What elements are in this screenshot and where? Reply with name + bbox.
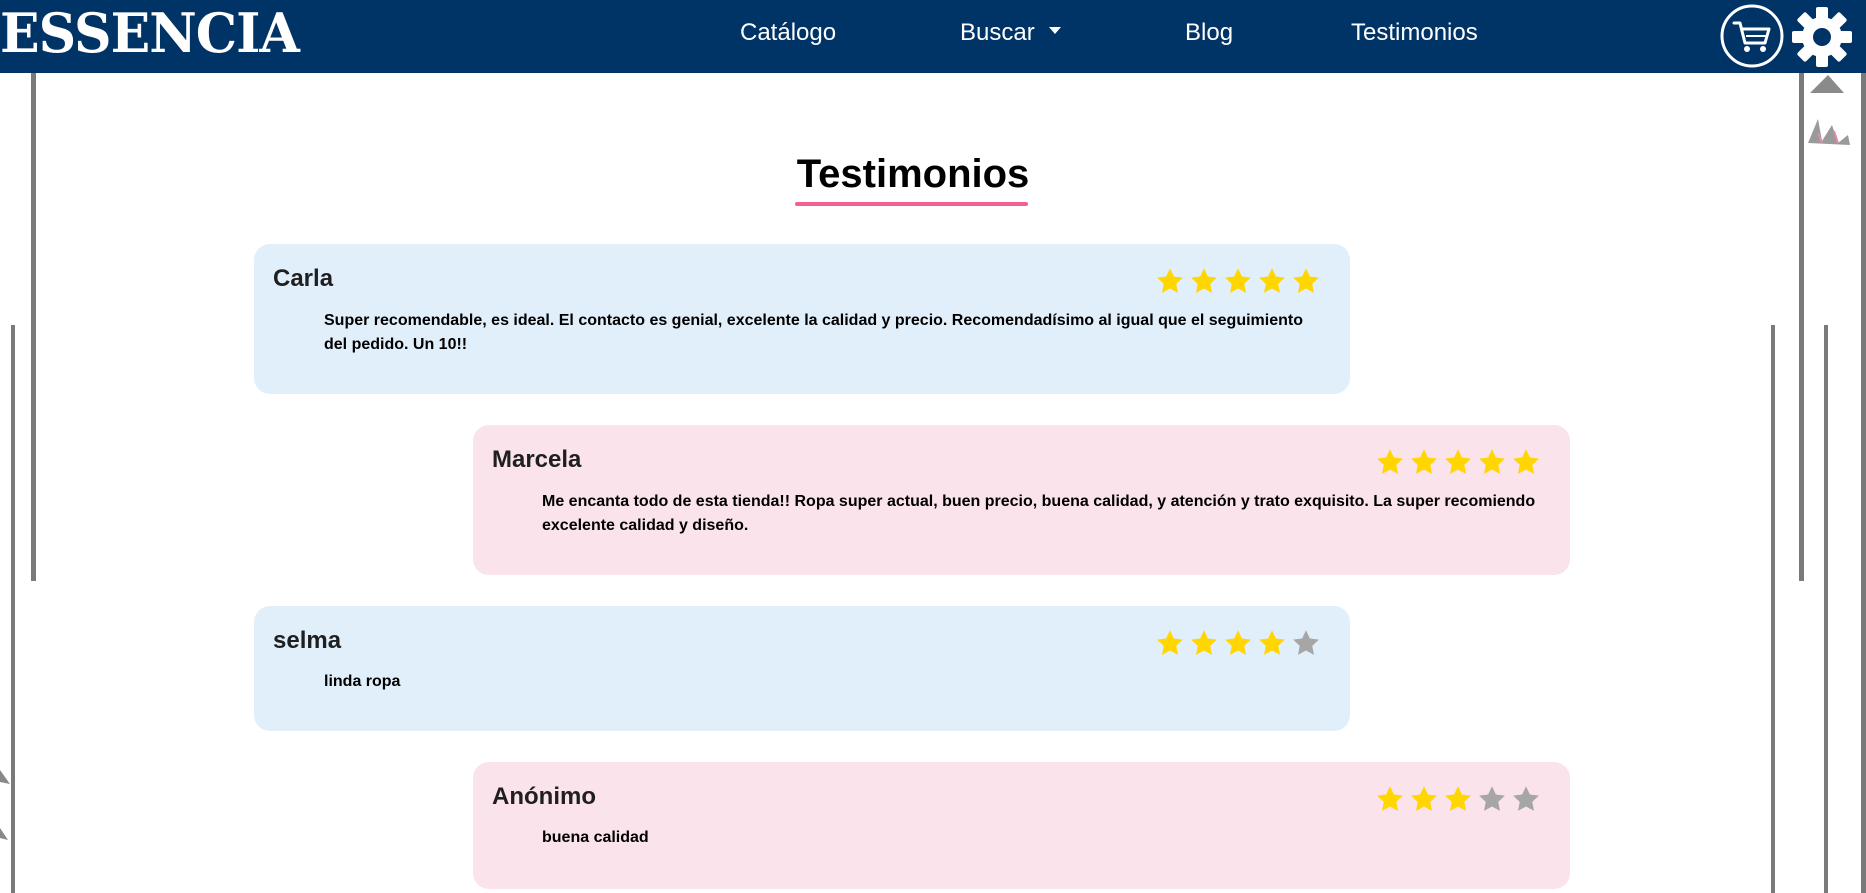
nav-link-testimonios[interactable]: Testimonios (1351, 18, 1478, 48)
star-filled-icon (1225, 268, 1251, 293)
top-navbar: ESSENCIA Catálogo Buscar Blog Testimonio… (0, 0, 1866, 73)
testimonial-card: Marcela Me encanta todo de esta tienda!!… (473, 425, 1570, 575)
shopping-cart-icon (1720, 4, 1784, 68)
star-empty-icon (1479, 786, 1505, 811)
testimonial-text: Super recomendable, es ideal. El contact… (324, 312, 1303, 353)
star-filled-icon (1445, 786, 1471, 811)
nav-link-label: Testimonios (1351, 19, 1478, 46)
star-filled-icon (1191, 630, 1217, 655)
star-filled-icon (1225, 630, 1251, 655)
reviewer-name: Anónimo (492, 783, 596, 810)
gear-icon (1792, 7, 1852, 67)
star-filled-icon (1445, 449, 1471, 474)
hanging-clothes-icon (0, 770, 10, 840)
star-rating (1373, 784, 1543, 814)
nav-link-catalogo[interactable]: Catálogo (740, 18, 836, 48)
nav-link-blog[interactable]: Blog (1185, 18, 1233, 48)
reviewer-name: selma (273, 627, 342, 654)
star-empty-icon (1513, 786, 1539, 811)
star-rating (1153, 266, 1323, 296)
star-filled-icon (1259, 268, 1285, 293)
testimonial-card: selma linda ropa (254, 606, 1350, 731)
title-underline (795, 202, 1028, 206)
nav-dropdown-buscar[interactable]: Buscar (960, 18, 1061, 48)
nav-link-label: Catálogo (740, 19, 837, 46)
star-filled-icon (1157, 630, 1183, 655)
caret-down-icon (1048, 27, 1061, 35)
cart-button[interactable] (1719, 3, 1785, 69)
testimonial-text: buena calidad (542, 829, 649, 846)
brand-logo[interactable]: ESSENCIA (0, 2, 300, 66)
star-filled-icon (1411, 786, 1437, 811)
nav-link-label: Blog (1185, 19, 1234, 46)
testimonial-card: Carla Super recomendable, es ideal. El c… (254, 244, 1350, 394)
star-filled-icon (1513, 449, 1539, 474)
hanging-clothes-icon (1808, 75, 1850, 145)
reviewer-name: Carla (273, 265, 334, 292)
star-filled-icon (1191, 268, 1217, 293)
settings-button[interactable] (1790, 5, 1854, 69)
star-filled-icon (1479, 449, 1505, 474)
star-filled-icon (1259, 630, 1285, 655)
nav-link-label: Buscar (960, 19, 1035, 46)
testimonial-card: Anónimo buena calidad (473, 762, 1570, 889)
reviewer-name: Marcela (492, 446, 582, 473)
star-rating (1373, 447, 1543, 477)
star-rating (1153, 628, 1323, 658)
page-title: Testimonios (796, 152, 1030, 196)
star-filled-icon (1377, 786, 1403, 811)
star-filled-icon (1377, 449, 1403, 474)
star-filled-icon (1411, 449, 1437, 474)
star-filled-icon (1157, 268, 1183, 293)
star-filled-icon (1293, 268, 1319, 293)
star-empty-icon (1293, 630, 1319, 655)
testimonial-text: Me encanta todo de esta tienda!! Ropa su… (542, 493, 1536, 534)
testimonial-text: linda ropa (324, 673, 401, 690)
